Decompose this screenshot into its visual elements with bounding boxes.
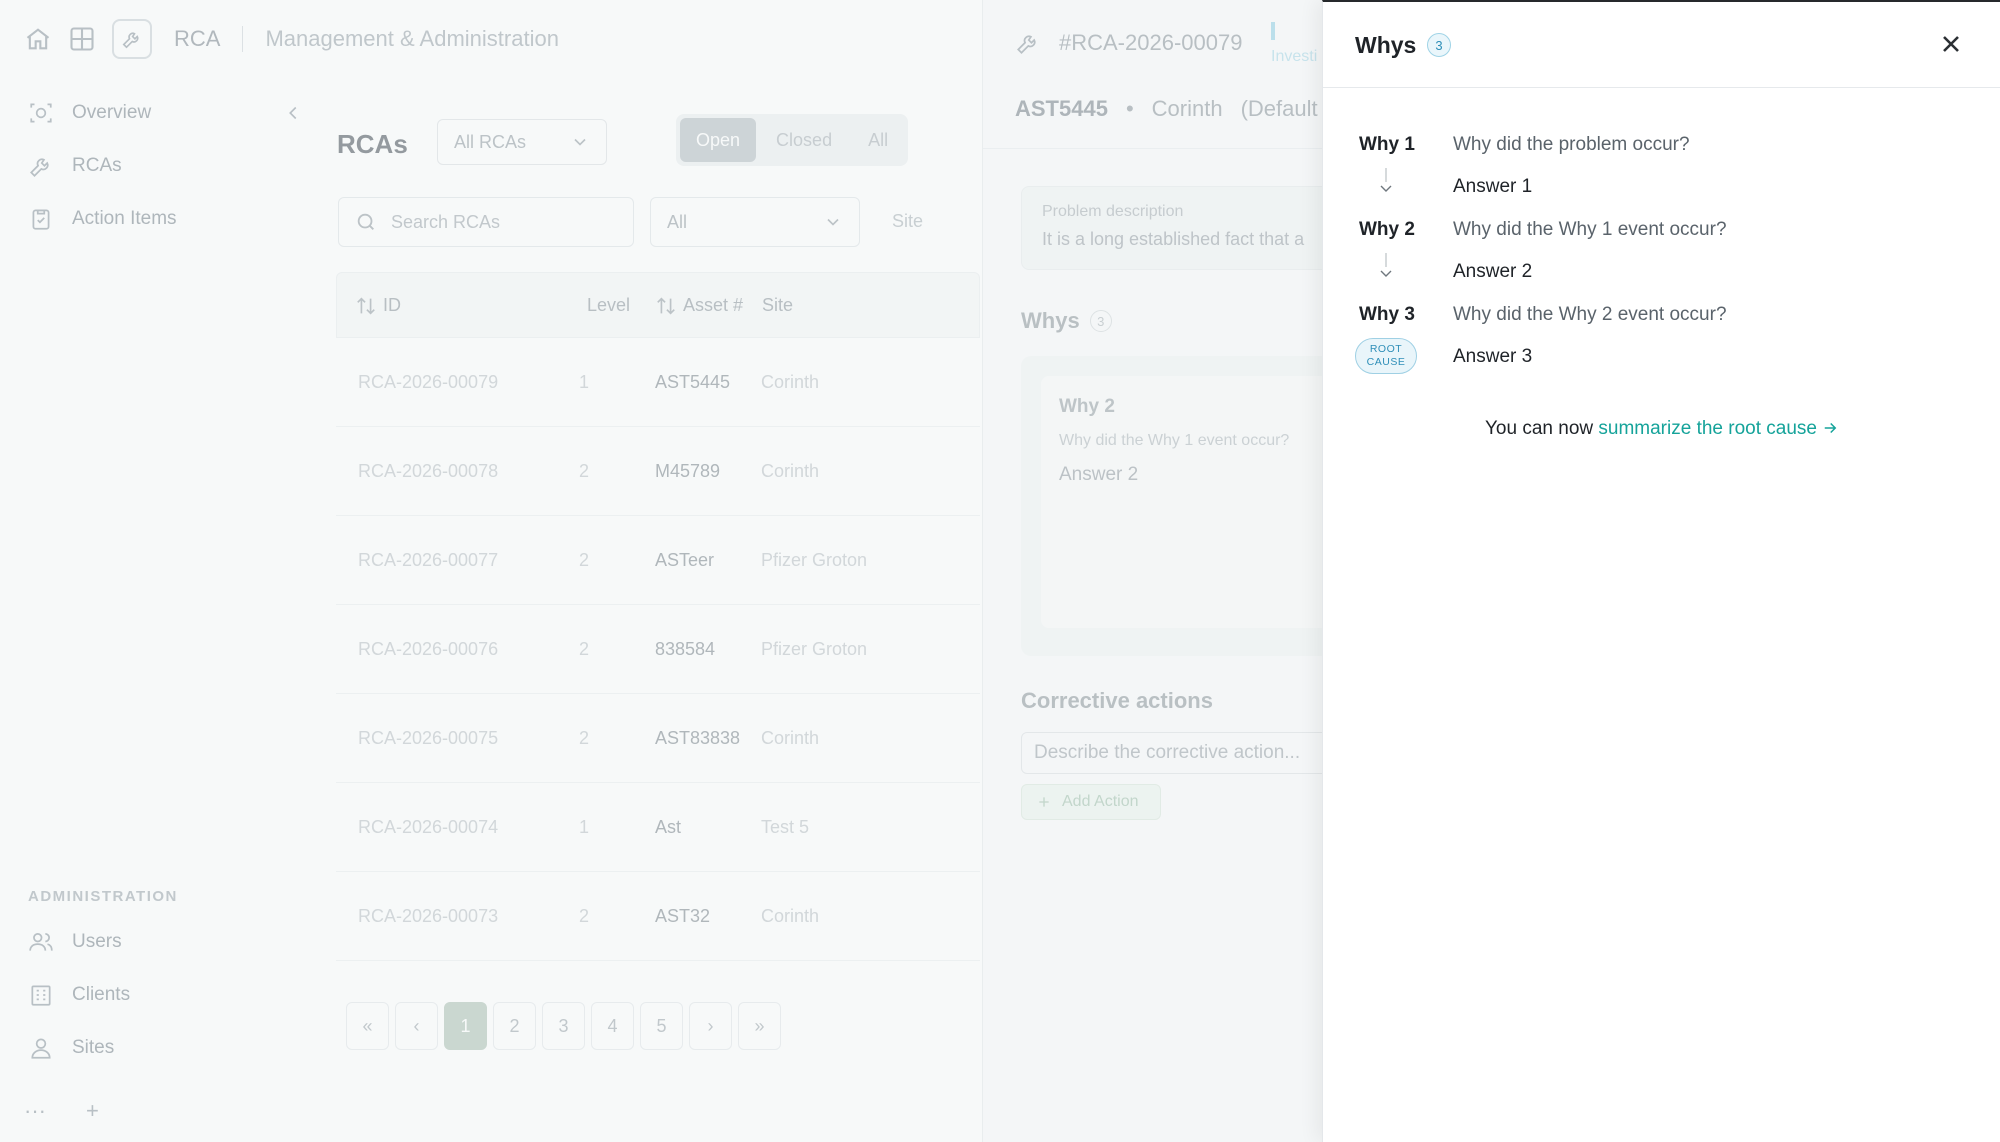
root-cause-badge: ROOT CAUSE (1355, 338, 1417, 374)
why-answer: Answer 3 (1453, 346, 1533, 367)
summarize-root-cause-link[interactable]: summarize the root cause (1598, 418, 1839, 439)
why-question: Why did the Why 2 event occur? (1453, 304, 1727, 325)
summary-prompt: You can now summarize the root cause (1323, 418, 2000, 440)
why-label: Why 3 (1359, 304, 1415, 325)
why-answer: Answer 2 (1453, 261, 1533, 282)
summary-link-text: summarize the root cause (1598, 418, 1817, 439)
why-row-3[interactable]: Why 3 Why did the Why 2 event occur? (1323, 300, 2000, 334)
root-cause-text: ROOT (1369, 343, 1403, 355)
answer-row-2[interactable]: Answer 2 (1323, 253, 2000, 291)
drawer-title: Whys (1355, 32, 1417, 58)
arrow-right-icon (1821, 419, 1839, 437)
whys-count-badge: 3 (1427, 33, 1451, 57)
why-question: Why did the problem occur? (1453, 134, 1690, 155)
root-cause-text: CAUSE (1366, 356, 1406, 368)
why-question: Why did the Why 1 event occur? (1453, 219, 1727, 240)
whys-drawer: Whys 3 Why 1 Why did the problem occur? … (1322, 0, 2000, 1142)
summary-prefix: You can now (1485, 418, 1599, 439)
why-label: Why 2 (1359, 219, 1415, 240)
arrow-down-icon (1376, 166, 1396, 198)
answer-row-1[interactable]: Answer 1 (1323, 168, 2000, 206)
why-label: Why 1 (1359, 134, 1415, 155)
drawer-header: Whys 3 (1323, 2, 2000, 88)
close-icon[interactable] (1937, 30, 1965, 58)
why-answer: Answer 1 (1453, 176, 1533, 197)
why-row-2[interactable]: Why 2 Why did the Why 1 event occur? (1323, 215, 2000, 249)
why-row-1[interactable]: Why 1 Why did the problem occur? (1323, 130, 2000, 164)
arrow-down-icon (1376, 251, 1396, 283)
answer-row-3[interactable]: ROOT CAUSE Answer 3 (1323, 338, 2000, 376)
